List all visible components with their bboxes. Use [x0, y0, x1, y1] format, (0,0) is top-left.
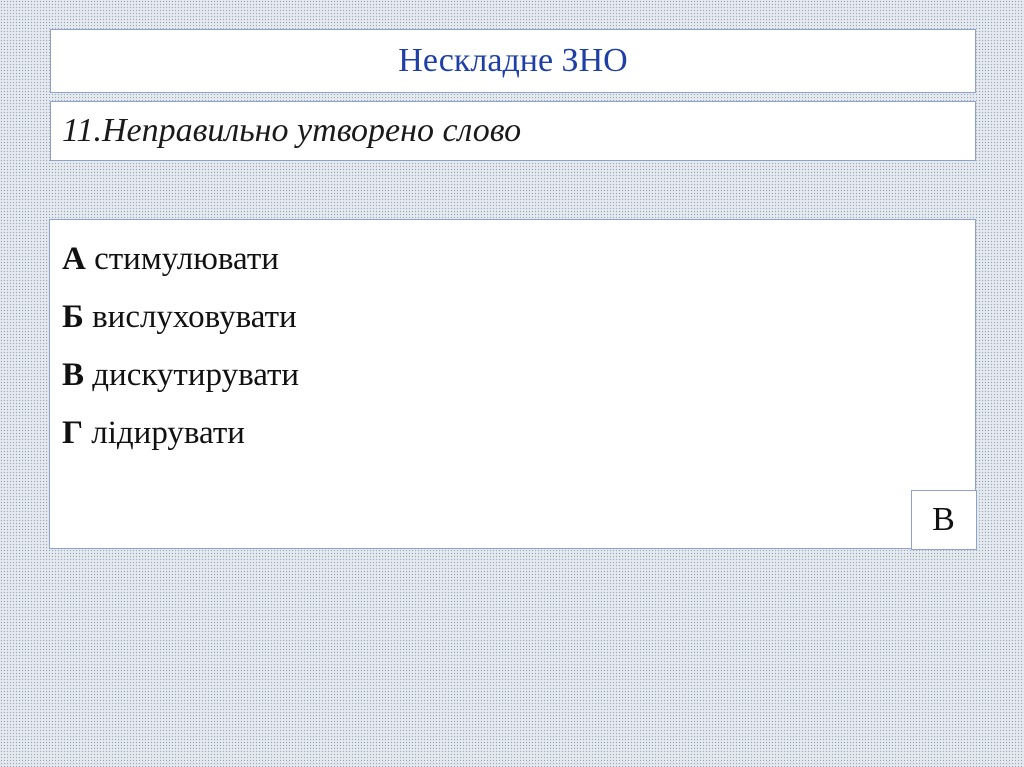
slide-title-panel: Нескладне ЗНО	[50, 29, 976, 93]
question-text: 11.Неправильно утворено слово	[62, 114, 521, 148]
question-panel: 11.Неправильно утворено слово	[50, 101, 976, 161]
answer-key-box[interactable]: В	[910, 489, 977, 550]
answer-options-panel: А стимулювати Б вислуховувати В дискутир…	[49, 219, 977, 550]
option-b: Б вислуховувати	[62, 288, 299, 346]
answer-options-list: А стимулювати Б вислуховувати В дискутир…	[62, 230, 299, 462]
answer-key-letter: В	[932, 500, 955, 538]
option-text: вислуховувати	[92, 299, 297, 335]
option-letter: В	[62, 357, 85, 393]
option-text: дискутирувати	[92, 357, 300, 393]
slide-title: Нескладне ЗНО	[398, 42, 628, 79]
option-text: лідирувати	[91, 415, 245, 451]
option-g: Г лідирувати	[62, 404, 299, 462]
option-letter: А	[62, 241, 86, 277]
question-body: Неправильно утворено слово	[101, 112, 522, 149]
option-a: А стимулювати	[62, 230, 299, 288]
option-text: стимулювати	[94, 241, 279, 277]
question-number: 11.	[62, 112, 102, 149]
option-letter: Б	[62, 299, 84, 335]
option-v: В дискутирувати	[62, 346, 299, 404]
option-letter: Г	[62, 415, 83, 451]
